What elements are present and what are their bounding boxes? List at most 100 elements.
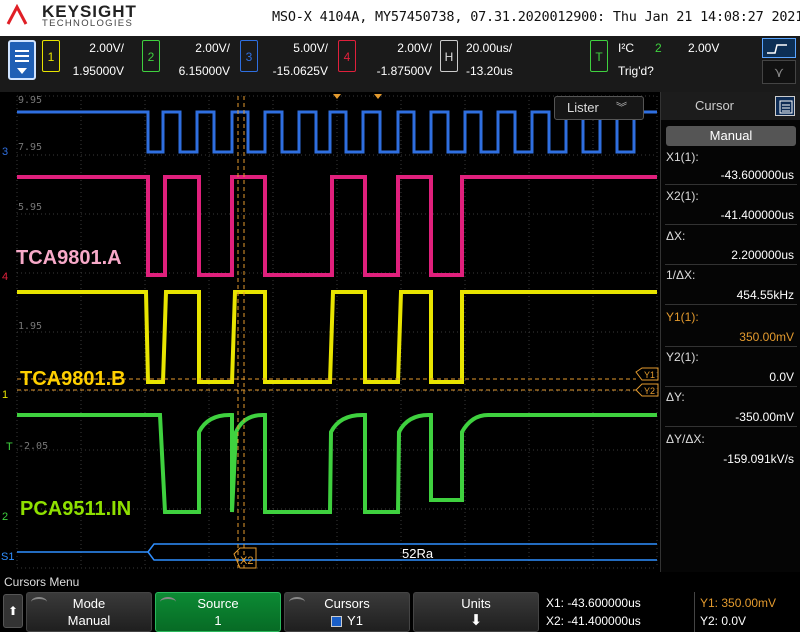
- readout-y1: Y1: 350.00mV: [700, 596, 777, 610]
- grid-label: -2.05: [18, 441, 48, 452]
- horizontal-button[interactable]: H: [440, 40, 458, 72]
- trigger-source: 2: [655, 41, 662, 55]
- channel-3-ground-marker[interactable]: 3: [2, 146, 8, 158]
- trigger-level: 2.00V: [688, 41, 720, 55]
- softkey-menu-title: Cursors Menu: [0, 572, 800, 592]
- readout-y2: Y2: 0.0V: [700, 614, 747, 628]
- channel-4-ground-marker[interactable]: 4: [2, 271, 8, 283]
- brand-subtitle: TECHNOLOGIES: [42, 18, 134, 29]
- mode-softkey-value: Manual: [67, 613, 111, 628]
- trigger-status: Trig'd?: [618, 64, 654, 78]
- lister-button[interactable]: Lister ︾: [554, 96, 644, 120]
- cursor-row-value: -350.00mV: [735, 410, 794, 424]
- cursor-row-value: -43.600000us: [720, 168, 794, 182]
- channel-2-button[interactable]: 2: [142, 40, 160, 72]
- cursor-y2-tag-label: Y2: [644, 386, 655, 396]
- cursor-panel-title: Cursor: [695, 98, 735, 113]
- cursor-readout: X1: -43.600000us X2: -41.400000us Y1: 35…: [542, 592, 800, 632]
- cursors-softkey-label: Cursors: [324, 596, 370, 611]
- cursor-row-value: 2.200000us: [731, 248, 794, 262]
- serial-1-marker[interactable]: S1: [1, 551, 14, 563]
- channel-1-ground-marker[interactable]: 1: [2, 389, 8, 401]
- cursor-row-label: Y2(1):: [666, 350, 699, 364]
- channel-1-scale[interactable]: 2.00V/: [89, 41, 124, 55]
- arrow-down-icon: ⬇: [469, 612, 483, 629]
- signal-label-in: PCA9511.IN: [20, 498, 132, 520]
- grid-label: 9.95: [18, 95, 42, 106]
- channel-2-ground-marker[interactable]: 2: [2, 511, 8, 523]
- cursor-row-label: X1(1):: [666, 150, 699, 164]
- channel-3-scale[interactable]: 5.00V/: [293, 41, 328, 55]
- cursor-row-label: ΔY/ΔX:: [666, 432, 705, 446]
- channel-bar: 1 2.00V/ 1.95000V 2 2.00V/ 6.15000V 3 5.…: [0, 36, 800, 92]
- source-softkey[interactable]: Source 1: [155, 592, 281, 632]
- mode-softkey-label: Mode: [72, 596, 106, 611]
- trigger-level-marker[interactable]: T: [6, 441, 13, 453]
- cursor-mode-badge[interactable]: Manual: [666, 126, 796, 146]
- mode-softkey[interactable]: Mode Manual: [26, 592, 152, 632]
- channel-1-button[interactable]: 1: [42, 40, 60, 72]
- channel-4-scale[interactable]: 2.00V/: [397, 41, 432, 55]
- menu-line-icon: [15, 50, 29, 52]
- lister-label: Lister: [567, 100, 599, 115]
- cursor-row-label: X2(1):: [666, 189, 699, 203]
- trigger-position-marker: [333, 94, 341, 99]
- chevron-down-icon: ︾: [616, 102, 627, 114]
- readout-x1: X1: -43.600000us: [546, 596, 641, 610]
- grid-label: 1.95: [18, 321, 42, 332]
- signal-label-b: TCA9801.B: [20, 368, 126, 390]
- horizontal-delay[interactable]: -13.20us: [466, 64, 513, 78]
- trigger-mode-button[interactable]: [762, 38, 796, 58]
- cursor-row-value: -159.091kV/s: [723, 452, 794, 466]
- cursors-softkey-value: Y1: [285, 613, 409, 628]
- cursor-row-value: 350.00mV: [739, 330, 794, 344]
- cursor-y1-tag-label: Y1: [644, 370, 655, 380]
- title-bar: KEYSIGHT TECHNOLOGIES MSO-X 4104A, MY574…: [0, 0, 800, 36]
- signal-label-a: TCA9801.A: [16, 247, 122, 269]
- menu-line-icon: [15, 60, 29, 62]
- channel-3-button[interactable]: 3: [240, 40, 258, 72]
- channel-2-scale[interactable]: 2.00V/: [195, 41, 230, 55]
- main-menu-button[interactable]: [8, 40, 36, 80]
- grid-label: 5.95: [18, 202, 42, 213]
- grid-label: 7.95: [18, 142, 42, 153]
- channel-4-offset[interactable]: -1.87500V: [377, 64, 432, 78]
- arrow-up-icon: ⬆: [7, 604, 19, 618]
- cursor-row-label: 1/ΔX:: [666, 268, 696, 282]
- edge-icon: ⋎: [773, 64, 785, 80]
- cursor-row-value: -41.400000us: [720, 208, 794, 222]
- chevron-down-icon: [17, 68, 27, 74]
- trigger-edge-button[interactable]: ⋎: [762, 60, 796, 84]
- trigger-button[interactable]: T: [590, 40, 608, 72]
- cursor-x2-tag-label: X2: [240, 555, 253, 567]
- panel-menu-icon[interactable]: [775, 96, 795, 116]
- menu-line-icon: [15, 55, 29, 57]
- units-softkey[interactable]: Units ⬇: [413, 592, 539, 632]
- channel-3-offset[interactable]: -15.0625V: [273, 64, 328, 78]
- horizontal-delay-marker: [374, 94, 382, 99]
- cursor-row-label: ΔX:: [666, 229, 686, 243]
- units-softkey-label: Units: [461, 596, 491, 611]
- cursors-softkey[interactable]: Cursors Y1: [284, 592, 410, 632]
- softkey-bar: ⬆ Mode Manual Source 1 Cursors Y1 Units …: [0, 592, 800, 632]
- cursor-row-value: 0.0V: [769, 370, 794, 384]
- trigger-type: I²C: [618, 41, 634, 55]
- waveform-display[interactable]: 9.95 7.95 5.95 1.95 -2.05 Y1 Y2 X2 52Ra …: [0, 92, 660, 572]
- source-softkey-label: Source: [197, 596, 239, 611]
- cursor-row-label: Y1(1):: [666, 310, 699, 324]
- source-softkey-value: 1: [214, 613, 222, 628]
- trigger-waveform-icon: [767, 44, 787, 54]
- channel-2-offset[interactable]: 6.15000V: [179, 64, 230, 78]
- keysight-logo-icon: [6, 4, 28, 25]
- decode-text: 52Ra: [402, 546, 434, 561]
- readout-x2: X2: -41.400000us: [546, 614, 641, 628]
- cursor-row-label: ΔY:: [666, 390, 685, 404]
- cursor-panel-header: Cursor: [661, 92, 800, 120]
- channel-1-offset[interactable]: 1.95000V: [73, 64, 124, 78]
- cursor-row-value: 454.55kHz: [736, 288, 794, 302]
- channel-4-button[interactable]: 4: [338, 40, 356, 72]
- horizontal-scale[interactable]: 20.00us/: [466, 41, 512, 55]
- instrument-info: MSO-X 4104A, MY57450738, 07.31.202001290…: [272, 9, 800, 25]
- back-button[interactable]: ⬆: [3, 594, 23, 628]
- cursor-panel: Cursor Manual X1(1): -43.600000us X2(1):…: [660, 92, 800, 572]
